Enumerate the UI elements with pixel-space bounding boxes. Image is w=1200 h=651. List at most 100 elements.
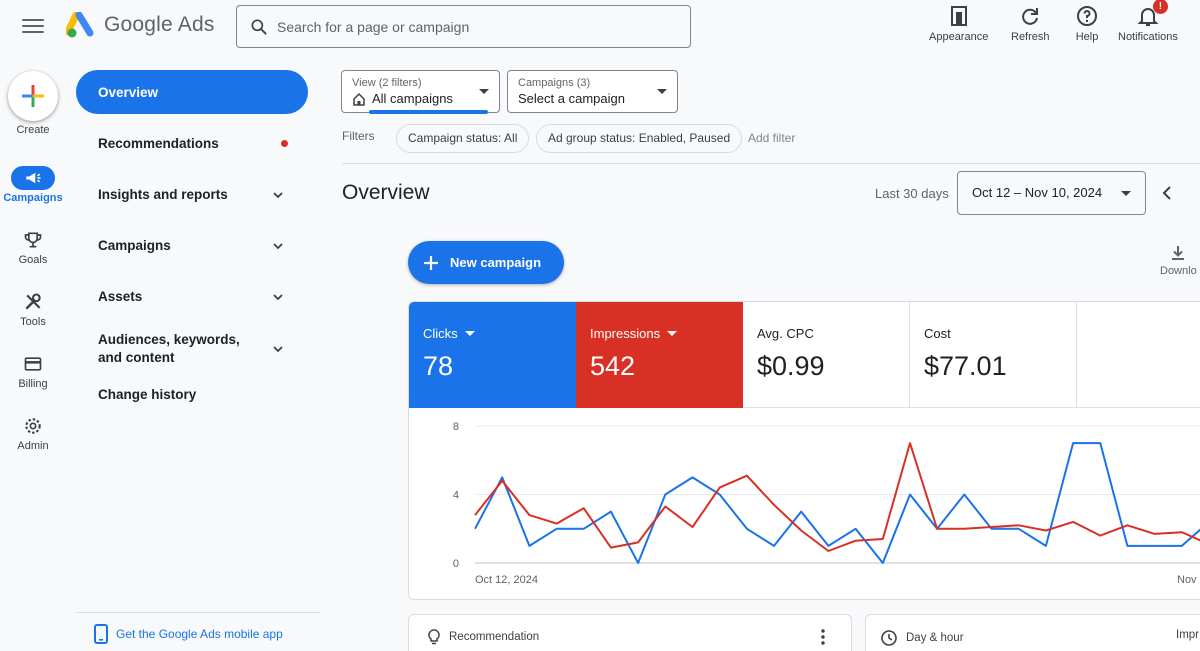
section-divider <box>342 163 1200 164</box>
add-filter-button[interactable]: Add filter <box>748 131 795 145</box>
nav-item-campaigns[interactable]: Campaigns <box>76 220 308 271</box>
more-vert-icon[interactable] <box>820 629 826 645</box>
performance-card: Clicks 78 Impressions 542 Avg. CPC $0.99… <box>408 301 1200 600</box>
performance-line-chart: 8 4 0 Oct 12, 2024 Nov <box>453 421 1200 586</box>
create-label: Create <box>16 124 50 136</box>
new-campaign-label: New campaign <box>450 255 542 270</box>
rail-label: Billing <box>18 378 48 390</box>
scorecard-value: $0.99 <box>757 351 825 381</box>
day-hour-card: Day & hour Impr <box>865 614 1200 651</box>
admin-gear-icon <box>25 418 41 434</box>
view-filter-value: All campaigns <box>372 91 453 106</box>
scorecard-value: 542 <box>590 351 636 381</box>
recommendation-title: Recommendation <box>449 631 540 643</box>
scorecard-cost[interactable]: Cost $77.01 <box>910 302 1077 408</box>
filter-chip-campaign-status[interactable]: Campaign status: All <box>396 124 530 153</box>
search-box[interactable] <box>236 5 691 48</box>
rail-label: Campaigns <box>3 192 63 204</box>
mobile-app-link[interactable]: Get the Google Ads mobile app <box>94 624 283 644</box>
nav-label: Recommendations <box>98 136 219 151</box>
nav-label: Assets <box>98 289 143 304</box>
day-hour-title: Day & hour <box>906 632 964 644</box>
filter-chip-ad-group-status[interactable]: Ad group status: Enabled, Paused <box>536 124 743 153</box>
scorecard-empty-slot <box>1077 302 1200 408</box>
nav-item-recommendations[interactable]: Recommendations <box>76 118 308 169</box>
nav-item-audiences-keywords-content[interactable]: Audiences, keywords, and content <box>76 322 308 376</box>
x-tick-label: Nov <box>1177 574 1197 586</box>
date-range-dropdown[interactable]: Oct 12 – Nov 10, 2024 <box>957 171 1146 215</box>
chevron-down-icon <box>273 346 283 353</box>
campaign-select-value: Select a campaign <box>518 91 625 106</box>
appearance-icon <box>950 6 967 26</box>
campaign-select-dropdown[interactable]: Campaigns (3) Select a campaign <box>507 70 678 113</box>
caret-down-icon <box>464 331 475 336</box>
date-range-label: Last 30 days <box>875 186 949 201</box>
scorecard-label: Avg. CPC <box>757 326 814 341</box>
search-input[interactable] <box>277 18 657 35</box>
view-filter-underline <box>369 110 488 114</box>
billing-card-icon <box>24 357 42 371</box>
day-hour-metric-label: Impr <box>1176 629 1199 641</box>
download-icon <box>1172 246 1185 260</box>
chevron-down-icon <box>273 191 283 198</box>
rail-item-tools[interactable]: Tools <box>0 290 66 328</box>
download-button[interactable]: Downlo <box>1160 244 1197 277</box>
section-nav: Overview Recommendations Insights and re… <box>76 70 308 412</box>
rail-item-admin[interactable]: Admin <box>0 414 66 452</box>
scorecard-value: 78 <box>423 351 454 381</box>
rail-label: Tools <box>20 316 46 328</box>
rail-item-billing[interactable]: Billing <box>0 352 66 390</box>
rail-item-campaigns[interactable]: Campaigns <box>0 166 66 204</box>
caret-down-icon <box>657 89 667 94</box>
series-line-clicks[interactable] <box>474 442 1200 564</box>
lightbulb-icon <box>428 629 440 645</box>
caret-down-icon <box>479 89 489 94</box>
nav-item-change-history[interactable]: Change history <box>76 376 308 412</box>
view-filter-dropdown[interactable]: View (2 filters) All campaigns <box>341 70 500 113</box>
help-icon <box>1077 6 1097 26</box>
mobile-app-text: Get the Google Ads mobile app <box>116 627 283 641</box>
phone-icon <box>94 624 108 644</box>
help-label: Help <box>1075 31 1099 43</box>
new-campaign-button[interactable]: New campaign <box>408 241 564 284</box>
nav-item-overview[interactable]: Overview <box>76 70 308 114</box>
help-button[interactable]: Help <box>1075 4 1099 43</box>
nav-label: Change history <box>98 386 197 402</box>
main-menu-icon[interactable] <box>22 16 44 38</box>
appearance-button[interactable]: Appearance <box>929 4 988 43</box>
appearance-label: Appearance <box>929 31 989 43</box>
y-tick-label: 0 <box>453 558 459 570</box>
refresh-label: Refresh <box>1011 31 1050 43</box>
series-line-impressions[interactable] <box>474 442 1200 552</box>
campaign-select-caption: Campaigns (3) <box>518 77 591 89</box>
plus-icon <box>22 85 44 107</box>
date-range-value: Oct 12 – Nov 10, 2024 <box>972 185 1103 200</box>
scorecard-label: Clicks <box>423 326 458 341</box>
left-rail: Create Campaigns Goals Tools Billing Adm… <box>0 56 66 651</box>
nav-item-insights-and-reports[interactable]: Insights and reports <box>76 169 308 220</box>
refresh-icon <box>1022 8 1039 25</box>
download-label: Downlo <box>1160 265 1197 277</box>
create-button[interactable] <box>8 71 58 121</box>
scorecard-label: Impressions <box>590 326 661 341</box>
scorecard-impressions[interactable]: Impressions 542 <box>576 302 743 408</box>
nav-label: Audiences, keywords, and content <box>98 332 240 365</box>
chevron-left-icon[interactable] <box>1158 184 1176 202</box>
recommendation-card: Recommendation <box>408 614 852 651</box>
nav-item-assets[interactable]: Assets <box>76 271 308 322</box>
scorecard-avg-cpc[interactable]: Avg. CPC $0.99 <box>743 302 910 408</box>
search-icon <box>251 19 267 35</box>
brand-name: Google Ads <box>104 13 215 36</box>
google-ads-logo-icon <box>66 12 94 38</box>
x-tick-label: Oct 12, 2024 <box>475 574 538 586</box>
plus-icon <box>424 255 438 270</box>
trophy-icon <box>24 232 42 248</box>
megaphone-icon <box>26 172 41 184</box>
scorecard-clicks[interactable]: Clicks 78 <box>409 302 576 408</box>
refresh-button[interactable]: Refresh <box>1011 4 1050 43</box>
scorecard-value: $77.01 <box>924 351 1007 381</box>
rail-item-goals[interactable]: Goals <box>0 228 66 266</box>
notifications-label: Notifications <box>1118 31 1178 43</box>
chevron-down-icon <box>273 293 283 300</box>
notifications-button[interactable]: ! Notifications <box>1118 0 1178 43</box>
